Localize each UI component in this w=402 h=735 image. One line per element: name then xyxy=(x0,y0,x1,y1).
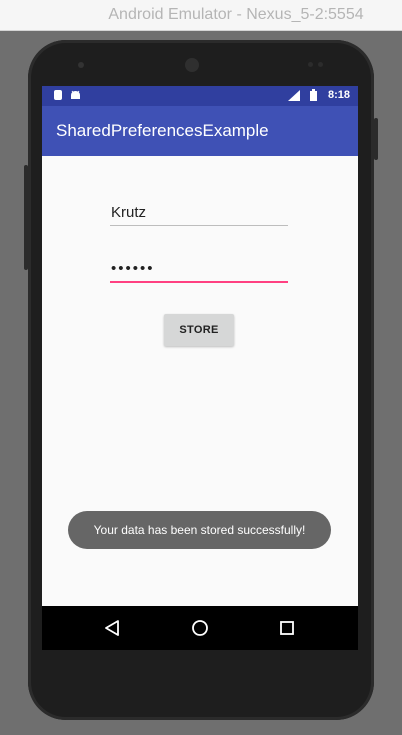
power-button[interactable] xyxy=(374,118,378,160)
sd-card-icon xyxy=(54,90,62,100)
volume-button[interactable] xyxy=(24,165,28,270)
username-value: Krutz xyxy=(111,204,147,221)
earpiece-speaker xyxy=(185,58,199,72)
android-icon xyxy=(70,90,81,103)
password-field[interactable]: •••••• xyxy=(110,260,288,283)
password-underline xyxy=(110,281,288,283)
username-field[interactable]: Krutz xyxy=(110,204,288,226)
app-bar: SharedPreferencesExample xyxy=(42,106,358,156)
window-title: Android Emulator - Nexus_5-2:5554 xyxy=(108,6,364,23)
signal-icon xyxy=(288,90,300,104)
back-icon[interactable] xyxy=(100,616,124,640)
window-title-bar: Android Emulator - Nexus_5-2:5554 xyxy=(0,0,402,31)
light-sensor xyxy=(318,62,323,67)
toast-message: Your data has been stored successfully! xyxy=(68,511,331,549)
device-screen: 8:18 SharedPreferencesExample Krutz ••••… xyxy=(42,86,358,650)
username-underline xyxy=(110,225,288,226)
home-icon[interactable] xyxy=(188,616,212,640)
app-title: SharedPreferencesExample xyxy=(56,121,269,140)
store-button[interactable]: STORE xyxy=(164,314,234,346)
password-value: •••••• xyxy=(111,260,155,277)
status-time: 8:18 xyxy=(327,89,350,101)
proximity-sensor xyxy=(308,62,313,67)
status-bar: 8:18 xyxy=(42,86,358,106)
navigation-bar xyxy=(42,606,358,650)
recents-icon[interactable] xyxy=(275,616,299,640)
battery-icon xyxy=(310,89,317,104)
front-camera xyxy=(78,62,84,68)
